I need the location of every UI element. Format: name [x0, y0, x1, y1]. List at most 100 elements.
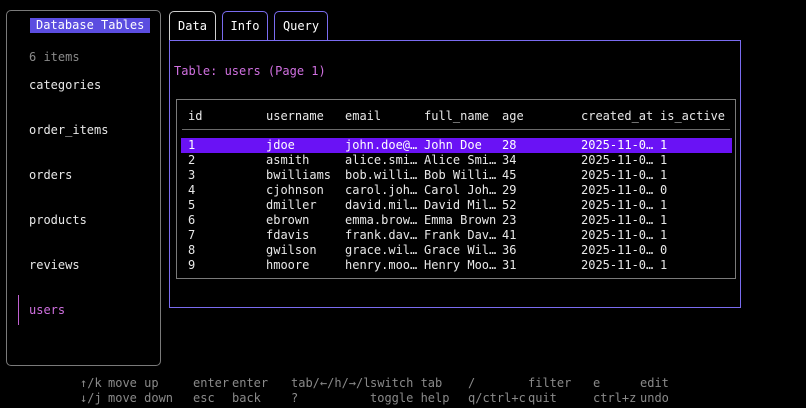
sidebar-item-orders[interactable]: orders	[7, 168, 160, 213]
table-cell: 29	[502, 183, 517, 197]
table-cell: 8	[188, 243, 196, 257]
table-cell: 2	[188, 153, 196, 167]
table-cell: cjohnson	[266, 183, 324, 197]
table-row[interactable]: 3 bwilliams bob.willi… Bob Willi… 45 2025-11-…	[177, 168, 735, 183]
table-cell: 1	[660, 228, 668, 242]
table-cell: Henry Moo…	[424, 258, 497, 272]
help-description: move up	[108, 376, 159, 390]
help-key: ?	[291, 391, 299, 405]
table-cell: 41	[502, 228, 517, 242]
table-cell: 28	[502, 138, 517, 152]
table-cell: bob.willi…	[345, 168, 418, 182]
column-header-full-name[interactable]: full_name	[424, 109, 489, 124]
help-description: move down	[108, 391, 174, 405]
table-cell: 31	[502, 258, 517, 272]
column-header-id[interactable]: id	[188, 109, 202, 124]
help-key: e	[593, 376, 601, 390]
table-cell: 2025-11-0…	[581, 183, 654, 197]
help-description: back	[232, 391, 261, 405]
table-row[interactable]: 9 hmoore henry.moo… Henry Moo… 31 2025-11-0… 1	[177, 258, 735, 273]
table-cell: henry.moo…	[345, 258, 418, 272]
table-cell: 45	[502, 168, 517, 182]
sidebar-item-label: order_items	[29, 123, 109, 137]
sidebar-item-label: products	[29, 213, 87, 227]
sidebar-item-order-items[interactable]: order_items	[7, 123, 160, 168]
column-header-email[interactable]: email	[345, 109, 381, 124]
data-panel: Table: users (Page 1) id username email ful…	[169, 40, 741, 308]
sidebar-panel: Database Tables 6 items categories order…	[6, 10, 161, 366]
sidebar-list: categories order_items orders products r…	[7, 78, 160, 348]
table-row[interactable]: 1 jdoe john.doe@… John Doe 28 2025-11-0… 1	[177, 138, 735, 153]
sidebar-item-categories[interactable]: categories	[7, 78, 160, 123]
table-header: id username email full_name age created_at is_…	[177, 109, 735, 124]
tab-data[interactable]: Data	[169, 11, 216, 40]
column-header-username[interactable]: username	[266, 109, 324, 124]
table-cell: 1	[660, 213, 668, 227]
table-cell: 1	[660, 168, 668, 182]
table-cell: emma.brow…	[345, 213, 418, 227]
header-divider	[182, 129, 730, 130]
table-cell: John Doe	[424, 138, 482, 152]
table-cell: frank.dav…	[345, 228, 418, 242]
table-cell: Frank Dav…	[424, 228, 497, 242]
table-cell: Bob Willi…	[424, 168, 497, 182]
table-row[interactable]: 5 dmiller david.mil… David Mil… 52 2025-11-0……	[177, 198, 735, 213]
table-cell: ebrown	[266, 213, 310, 227]
table-cell: 1	[660, 258, 668, 272]
sidebar-item-label: users	[29, 303, 66, 317]
help-key: ctrl+z	[593, 391, 637, 405]
table-row[interactable]: 2 asmith alice.smi… Alice Smi… 34 2025-11-0… 1	[177, 153, 735, 168]
table-cell: david.mil…	[345, 198, 418, 212]
table-cell: 2025-11-0…	[581, 168, 654, 182]
table-cell: 2025-11-0…	[581, 258, 654, 272]
sidebar-item-label: categories	[29, 78, 102, 92]
table-row[interactable]: 7 fdavis frank.dav… Frank Dav… 41 2025-11-0… 1	[177, 228, 735, 243]
help-description: enter	[232, 376, 269, 390]
help-key: q/ctrl+c	[468, 391, 526, 405]
table-cell: 2025-11-0…	[581, 198, 654, 212]
table-cell: 1	[188, 138, 196, 152]
help-bar: ↑/k move up ↓/j move down enter enter esc back t…	[0, 376, 806, 408]
table-cell: 23	[502, 213, 517, 227]
help-key: /	[468, 376, 476, 390]
table-row[interactable]: 4 cjohnson carol.joh… Carol Joh… 29 2025-11-0…	[177, 183, 735, 198]
help-description: switch tab	[370, 376, 443, 390]
help-key: enter	[193, 376, 230, 390]
table-cell: 7	[188, 228, 196, 242]
help-description: filter	[528, 376, 572, 390]
help-key: ↓/j	[80, 391, 102, 405]
table-cell: 2025-11-0…	[581, 138, 654, 152]
tab-query[interactable]: Query	[274, 11, 328, 40]
column-header-is-active[interactable]: is_active	[660, 109, 725, 124]
table-cell: 2025-11-0…	[581, 213, 654, 227]
table-cell: Alice Smi…	[424, 153, 497, 167]
column-header-created-at[interactable]: created_at	[581, 109, 653, 124]
sidebar-title: Database Tables	[30, 18, 151, 33]
table-cell: 0	[660, 183, 668, 197]
sidebar-item-reviews[interactable]: reviews	[7, 258, 160, 303]
table-cell: 36	[502, 243, 517, 257]
table-row[interactable]: 6 ebrown emma.brow… Emma Brown 23 2025-11-0… 1	[177, 213, 735, 228]
table-row[interactable]: 8 gwilson grace.wil… Grace Wil… 36 2025-11-0……	[177, 243, 735, 258]
column-header-age[interactable]: age	[502, 109, 524, 124]
sidebar-item-users[interactable]: users	[7, 295, 160, 348]
help-key: tab/←/h/→/l	[291, 376, 371, 390]
table-cell: 1	[660, 153, 668, 167]
sidebar-item-label: reviews	[29, 258, 80, 272]
data-table: id username email full_name age created_at is_…	[176, 99, 736, 279]
table-cell: john.doe@…	[345, 138, 418, 152]
table-cell: 2025-11-0…	[581, 153, 654, 167]
tab-info[interactable]: Info	[222, 11, 268, 40]
table-cell: Grace Wil…	[424, 243, 497, 257]
item-count: 6 items	[29, 50, 80, 64]
table-cell: gwilson	[266, 243, 317, 257]
table-cell: 9	[188, 258, 196, 272]
help-key: esc	[193, 391, 215, 405]
table-cell: 6	[188, 213, 196, 227]
help-key: ↑/k	[80, 376, 102, 390]
table-cell: David Mil…	[424, 198, 497, 212]
help-description: undo	[640, 391, 669, 405]
table-cell: 3	[188, 168, 196, 182]
table-cell: 5	[188, 198, 196, 212]
sidebar-item-products[interactable]: products	[7, 213, 160, 258]
